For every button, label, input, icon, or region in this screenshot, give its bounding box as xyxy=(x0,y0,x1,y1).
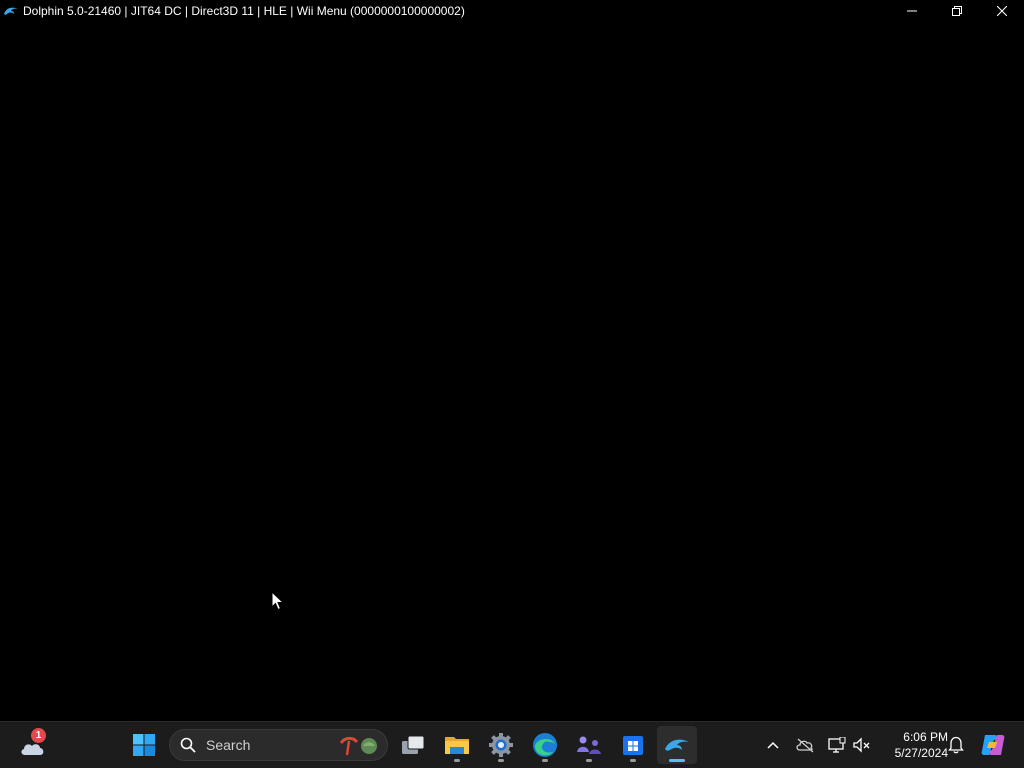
gear-icon xyxy=(489,733,513,757)
start-button[interactable] xyxy=(124,726,164,764)
notification-badge: 1 xyxy=(31,728,46,743)
taskbar: 1 Search 6:06 PM 5/27/2024 xyxy=(0,721,1024,768)
running-indicator xyxy=(498,759,504,762)
window-title: Dolphin 5.0-21460 | JIT64 DC | Direct3D … xyxy=(23,4,465,18)
store-icon xyxy=(623,736,643,755)
network-button[interactable] xyxy=(826,734,848,756)
close-button[interactable] xyxy=(979,0,1024,22)
window-controls xyxy=(889,0,1024,22)
clock-date: 5/27/2024 xyxy=(894,746,948,760)
mouse-cursor-icon xyxy=(271,591,285,611)
display-icon xyxy=(828,737,846,753)
store-button[interactable] xyxy=(613,726,653,764)
teams-icon xyxy=(577,736,601,754)
search-highlight-icon xyxy=(339,736,377,756)
volume-button[interactable] xyxy=(851,734,873,756)
title-bar[interactable]: Dolphin 5.0-21460 | JIT64 DC | Direct3D … xyxy=(0,0,1024,22)
edge-button[interactable] xyxy=(525,726,565,764)
running-indicator-active xyxy=(669,759,685,762)
clock-time: 6:06 PM xyxy=(903,730,948,744)
search-icon xyxy=(179,736,197,754)
show-hidden-icons-button[interactable] xyxy=(762,734,784,756)
windows-logo-icon xyxy=(133,734,155,756)
taskbar-search-box[interactable]: Search xyxy=(169,729,388,761)
copilot-icon xyxy=(981,735,1005,755)
dolphin-window: Dolphin 5.0-21460 | JIT64 DC | Direct3D … xyxy=(0,0,1024,721)
running-indicator xyxy=(586,759,592,762)
search-label: Search xyxy=(206,737,251,753)
dolphin-icon xyxy=(3,3,19,19)
game-render-area[interactable] xyxy=(0,22,1024,721)
restore-button[interactable] xyxy=(934,0,979,22)
task-view-button[interactable] xyxy=(393,726,433,764)
chevron-up-icon xyxy=(767,741,779,749)
running-indicator xyxy=(454,759,460,762)
cloud-off-icon xyxy=(796,738,814,753)
notifications-button[interactable] xyxy=(945,734,967,756)
dolphin-taskbar-button[interactable] xyxy=(657,726,697,764)
copilot-button[interactable] xyxy=(980,732,1006,758)
task-view-icon xyxy=(402,735,425,754)
file-explorer-button[interactable] xyxy=(437,726,477,764)
bell-icon xyxy=(948,736,964,754)
dolphin-icon xyxy=(665,739,689,751)
running-indicator xyxy=(542,759,548,762)
minimize-button[interactable] xyxy=(889,0,934,22)
edge-icon xyxy=(533,733,557,757)
running-indicator xyxy=(630,759,636,762)
onedrive-button[interactable] xyxy=(794,734,816,756)
close-icon xyxy=(996,6,1007,16)
minimize-icon xyxy=(906,10,917,12)
restore-icon xyxy=(951,6,962,16)
system-clock[interactable]: 6:06 PM 5/27/2024 xyxy=(878,729,948,761)
folder-icon xyxy=(445,737,469,754)
volume-muted-icon xyxy=(853,737,870,753)
teams-button[interactable] xyxy=(569,726,609,764)
settings-button[interactable] xyxy=(481,726,521,764)
